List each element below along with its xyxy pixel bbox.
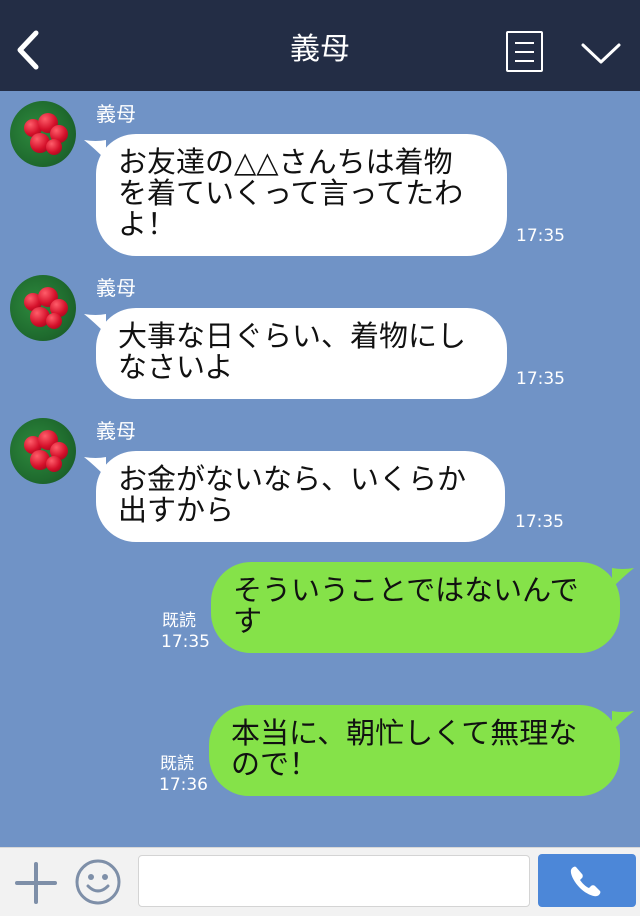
- menu-icon-line: [515, 60, 534, 62]
- avatar[interactable]: [10, 275, 76, 341]
- message-bubble[interactable]: 大事な日ぐらい、着物にし なさいよ: [96, 308, 507, 399]
- emoji-button[interactable]: [74, 858, 122, 906]
- expand-button[interactable]: [580, 38, 622, 68]
- menu-button[interactable]: [506, 31, 543, 72]
- message-bubble[interactable]: お友達の△△さんちは着物 を着ていくって言ってたわ よ！: [96, 134, 507, 256]
- message-time: 17:35: [161, 632, 210, 652]
- sender-name: 義母: [96, 102, 136, 126]
- message-bubble[interactable]: お金がないなら、いくらか 出すから: [96, 451, 505, 542]
- add-button[interactable]: [14, 861, 58, 905]
- menu-icon-line: [515, 51, 534, 53]
- sender-name: 義母: [96, 419, 136, 443]
- chat-header: 義母: [0, 0, 640, 91]
- chevron-down-icon: [581, 43, 621, 64]
- smiley-icon: [75, 859, 121, 905]
- input-bar: [0, 847, 640, 916]
- sender-name: 義母: [96, 276, 136, 300]
- message-bubble[interactable]: そういうことではないんで す: [211, 562, 620, 653]
- call-button[interactable]: [538, 854, 636, 907]
- message-bubble[interactable]: 本当に、朝忙しくて無理な ので！: [209, 705, 620, 796]
- message-time: 17:36: [159, 775, 208, 795]
- chat-title: 義母: [290, 32, 350, 67]
- message-input[interactable]: [138, 855, 530, 907]
- phone-icon: [570, 866, 601, 897]
- read-receipt: 既読: [162, 611, 196, 631]
- avatar[interactable]: [10, 101, 76, 167]
- message-time: 17:35: [516, 226, 565, 246]
- avatar[interactable]: [10, 418, 76, 484]
- menu-icon: [515, 42, 534, 44]
- read-receipt: 既読: [160, 754, 194, 774]
- message-time: 17:35: [516, 369, 565, 389]
- message-time: 17:35: [515, 512, 564, 532]
- plus-icon: [15, 862, 57, 904]
